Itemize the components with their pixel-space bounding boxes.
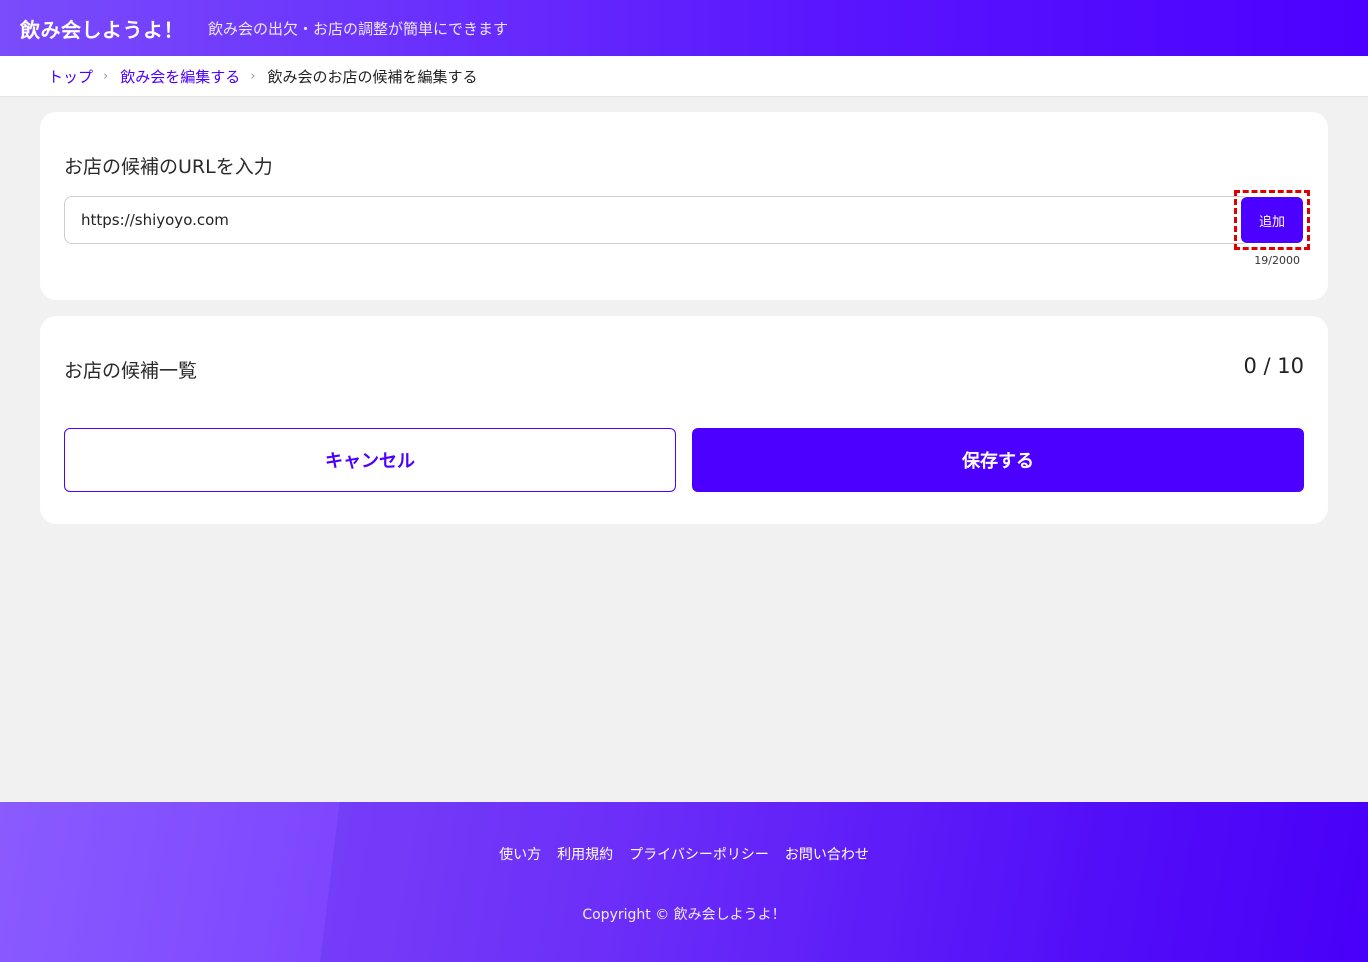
char-count: 19/2000 — [1254, 254, 1300, 267]
save-button[interactable]: 保存する — [692, 428, 1304, 492]
footer-link-usage[interactable]: 使い方 — [499, 844, 541, 864]
footer-link-contact[interactable]: お問い合わせ — [785, 844, 869, 864]
chevron-right-icon: › — [103, 68, 109, 84]
shop-list-card: お店の候補一覧 0 / 10 キャンセル 保存する — [40, 316, 1328, 524]
footer-link-terms[interactable]: 利用規約 — [557, 844, 613, 864]
footer-decoration — [320, 802, 1368, 962]
url-section-title: お店の候補のURLを入力 — [64, 156, 273, 178]
breadcrumb-top-link[interactable]: トップ — [48, 66, 93, 87]
app-header: 飲み会しようよ！ 飲み会の出欠・お店の調整が簡単にできます — [0, 0, 1368, 56]
copyright: Copyright © 飲み会しようよ！ — [582, 907, 786, 923]
shop-url-input[interactable] — [64, 196, 1244, 244]
shop-list-title: お店の候補一覧 — [64, 360, 198, 382]
add-button-highlight: 追加 — [1234, 190, 1310, 250]
breadcrumb-edit-event-link[interactable]: 飲み会を編集する — [120, 66, 240, 87]
footer-link-privacy[interactable]: プライバシーポリシー — [629, 844, 769, 864]
breadcrumb-current: 飲み会のお店の候補を編集する — [267, 67, 478, 86]
chevron-right-icon: › — [250, 68, 256, 84]
cancel-button[interactable]: キャンセル — [64, 428, 676, 492]
footer: 使い方 利用規約 プライバシーポリシー お問い合わせ Copyright © 飲… — [0, 802, 1368, 962]
app-title[interactable]: 飲み会しようよ！ — [20, 14, 184, 43]
url-input-row: 追加 — [64, 190, 1310, 250]
footer-links: 使い方 利用規約 プライバシーポリシー お問い合わせ — [0, 844, 1368, 864]
shop-count: 0 / 10 — [1243, 354, 1304, 378]
add-button[interactable]: 追加 — [1241, 197, 1303, 243]
breadcrumb: トップ › 飲み会を編集する › 飲み会のお店の候補を編集する — [0, 56, 1368, 97]
app-tagline: 飲み会の出欠・お店の調整が簡単にできます — [208, 19, 509, 38]
url-input-card: お店の候補のURLを入力 追加 19/2000 — [40, 112, 1328, 300]
